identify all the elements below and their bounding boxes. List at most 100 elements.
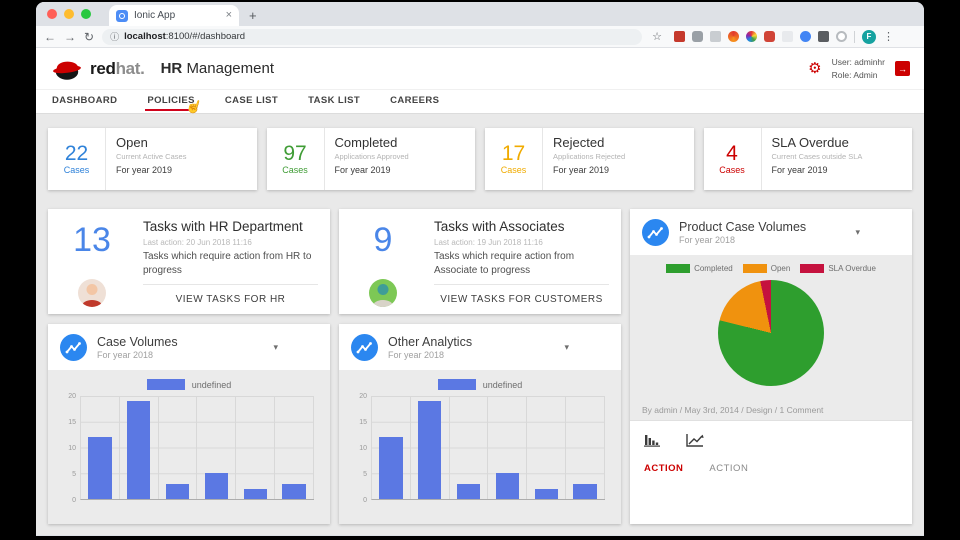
bar-slot — [527, 396, 567, 499]
task-description: Tasks which require action from HR to pr… — [143, 251, 312, 276]
extension-red-badge[interactable] — [673, 31, 685, 42]
close-tab-icon[interactable]: × — [226, 10, 232, 21]
address-bar[interactable]: ⓘ localhost:8100/#/dashboard — [102, 28, 643, 45]
browser-menu-icon[interactable]: ⋮ — [883, 30, 894, 43]
view-tasks-hr-button[interactable]: VIEW TASKS FOR HR — [143, 294, 318, 305]
extension-blue-circle[interactable] — [799, 31, 811, 42]
task-card-title: Tasks with Associates — [434, 219, 565, 234]
pie-chart — [718, 280, 824, 386]
back-icon[interactable]: ← — [44, 31, 56, 43]
chevron-down-icon[interactable]: ▾ — [564, 342, 569, 353]
stat-card-row: 22 Cases Open Current Active Cases For y… — [48, 128, 912, 190]
card-subtitle: For year 2018 — [679, 234, 736, 245]
legend-swatch-completed — [666, 264, 691, 273]
stat-period: For year 2019 — [334, 165, 391, 175]
trend-chart-icon — [642, 218, 669, 246]
bar-slot — [450, 396, 489, 499]
bookmark-star-icon[interactable]: ☆ — [652, 30, 662, 43]
bar-slot — [120, 396, 159, 499]
divider — [434, 284, 609, 285]
logout-icon[interactable]: → — [895, 61, 910, 76]
stat-card-sla-overdue[interactable]: 4 Cases SLA Overdue Current Cases outsid… — [703, 128, 912, 190]
bar-chart — [80, 396, 314, 500]
bar — [573, 483, 597, 499]
stat-subtitle: Applications Rejected — [553, 152, 626, 161]
task-last-action: Last action: 20 Jun 2018 11:16 — [143, 238, 252, 247]
ionic-favicon-icon — [116, 9, 128, 22]
brand-wordmark: redhat. — [90, 58, 145, 78]
settings-gear-icon[interactable]: ⚙ — [808, 61, 821, 76]
task-card-title: Tasks with HR Department — [143, 219, 303, 234]
bar-chart-area: undefined 20 15 10 5 0 — [339, 370, 621, 524]
dashboard-page: 22 Cases Open Current Active Cases For y… — [36, 114, 924, 535]
extension-ring[interactable] — [835, 31, 847, 42]
extension-opera[interactable] — [727, 31, 739, 42]
chevron-down-icon[interactable]: ▾ — [273, 342, 278, 353]
view-tasks-customers-button[interactable]: VIEW TASKS FOR CUSTOMERS — [434, 294, 609, 305]
nav-item-dashboard[interactable]: DASHBOARD — [52, 91, 117, 112]
stat-period: For year 2019 — [771, 165, 828, 175]
forward-icon[interactable]: → — [64, 31, 76, 43]
legend-label: undefined — [482, 379, 523, 390]
user-role: Role: Admin — [831, 69, 878, 80]
action-secondary-link[interactable]: ACTION — [709, 463, 748, 474]
extension-gray[interactable] — [709, 31, 721, 42]
legend-label: SLA Overdue — [828, 264, 876, 273]
bar — [165, 483, 190, 499]
nav-item-case-list[interactable]: CASE LIST — [225, 91, 278, 112]
hr-avatar — [78, 279, 106, 307]
rejected-unit: Cases — [500, 165, 527, 176]
extension-pale[interactable] — [781, 31, 793, 42]
stat-card-open[interactable]: 22 Cases Open Current Active Cases For y… — [48, 128, 257, 190]
action-primary-link[interactable]: ACTION — [644, 463, 683, 474]
stat-title: SLA Overdue — [771, 135, 849, 150]
bar — [243, 488, 267, 499]
y-axis-ticks: 20 15 10 5 0 — [68, 392, 76, 504]
pie-chart-area: Completed Open SLA Overdue By admin / Ma… — [630, 255, 912, 420]
stat-card-completed[interactable]: 97 Cases Completed Applications Approved… — [266, 128, 475, 190]
page-title: HR Management — [160, 60, 274, 77]
legend-label: Completed — [694, 264, 733, 273]
tab-title: Ionic App — [134, 10, 176, 21]
extension-dark[interactable] — [817, 31, 829, 42]
line-chart-icon[interactable] — [686, 433, 704, 447]
extension-bell[interactable] — [691, 31, 703, 42]
bar — [282, 483, 306, 499]
profile-avatar[interactable]: F — [861, 29, 876, 44]
close-window-button[interactable] — [47, 9, 57, 19]
window-controls — [36, 2, 103, 26]
sla-count: 4 — [726, 141, 738, 165]
extension-color-wheel[interactable] — [745, 31, 757, 42]
site-info-icon[interactable]: ⓘ — [110, 30, 119, 43]
minimize-window-button[interactable] — [64, 9, 74, 19]
bar — [88, 437, 112, 499]
nav-item-task-list[interactable]: TASK LIST — [308, 91, 360, 112]
case-volumes-card: Case Volumes For year 2018 ▾ undefined 2… — [48, 324, 330, 524]
bar-chart-icon[interactable] — [644, 433, 660, 447]
associate-task-count: 9 — [373, 221, 393, 259]
trend-chart-icon — [351, 333, 378, 361]
legend-swatch-open — [742, 264, 767, 273]
product-case-volumes-card: Product Case Volumes For year 2018 ▾ Com… — [630, 209, 912, 524]
redhat-logo-icon — [53, 61, 81, 80]
nav-item-careers[interactable]: CAREERS — [390, 91, 439, 112]
trend-chart-icon — [60, 333, 87, 361]
card-title: Other Analytics — [388, 334, 473, 349]
new-tab-button[interactable]: + — [249, 8, 257, 26]
reload-icon[interactable]: ↻ — [84, 31, 94, 43]
pie-legend: Completed Open SLA Overdue — [630, 255, 912, 273]
app-header: redhat. HR Management ⚙ User: adminhr Ro… — [36, 48, 924, 90]
browser-tab[interactable]: Ionic App × — [109, 5, 239, 26]
stat-card-rejected[interactable]: 17 Cases Rejected Applications Rejected … — [485, 128, 694, 190]
zoom-window-button[interactable] — [81, 9, 91, 19]
extensions-row: F ⋮ — [673, 29, 894, 44]
task-description: Tasks which require action from Associat… — [434, 251, 575, 276]
chevron-down-icon[interactable]: ▾ — [855, 227, 860, 238]
sla-unit: Cases — [719, 165, 745, 176]
bar-slot — [488, 396, 528, 499]
legend-label: Open — [770, 264, 791, 273]
extension-adblock[interactable] — [763, 31, 775, 42]
open-count: 22 — [64, 141, 89, 165]
customer-avatar — [369, 279, 397, 307]
bar-slot — [275, 396, 314, 499]
